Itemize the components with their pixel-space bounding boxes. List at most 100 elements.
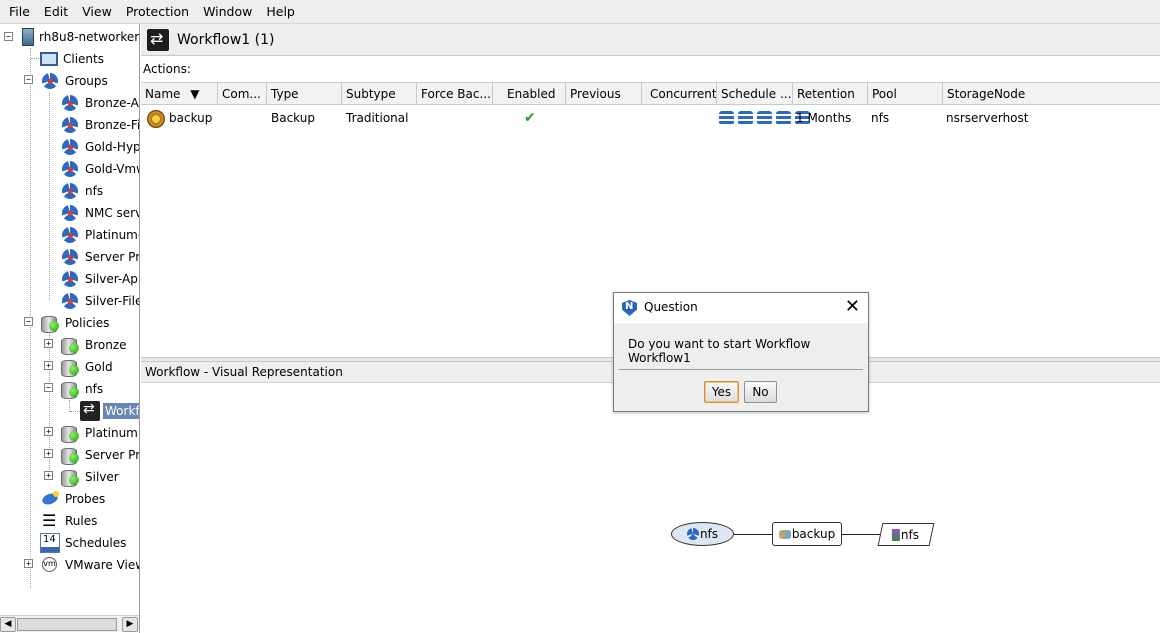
column-header-schedule[interactable]: Schedule ... [717,83,793,105]
nfs-collapse-toggle[interactable]: − [44,383,53,392]
workflow-title-bar: Workflow1 (1) [141,24,1160,56]
tree-item-policy-server[interactable]: Server Pro [60,444,139,466]
tree-item-group[interactable]: NMC serv [60,202,139,224]
tree-item-group[interactable]: Silver-File [60,290,139,312]
no-button[interactable]: No [744,381,777,403]
tree-item-group[interactable]: Platinum-I [60,224,139,246]
sort-desc-icon: ▼ [190,87,200,101]
workflow-node-group[interactable]: nfs [671,522,734,546]
server-expand-toggle[interactable]: + [44,449,53,458]
column-header-name[interactable]: Name ▼ [141,83,218,105]
question-dialog: Question ✕ Do you want to start Workflow… [613,292,869,412]
policy-icon [60,467,80,487]
schedule-full-icon [757,111,772,125]
tree-item-group[interactable]: Gold-Vmw [60,158,139,180]
tree-item-groups[interactable]: Groups [40,70,110,92]
column-header-storage-node[interactable]: StorageNode [943,83,1160,105]
tree-item-policy-bronze[interactable]: Bronze [60,334,129,356]
row-type-cell: Backup [271,111,315,125]
vmware-icon [40,555,60,575]
enabled-check-icon: ✔ [524,110,536,126]
workflow-node-action[interactable]: backup [772,522,842,546]
workflow-canvas [141,383,1160,633]
tree-item-rules[interactable]: Rules [40,510,99,532]
column-header-force-backup[interactable]: Force Bac... [417,83,493,105]
platinum-expand-toggle[interactable]: + [44,427,53,436]
tree-item-policy-nfs[interactable]: nfs [60,378,105,400]
root-collapse-toggle[interactable]: − [4,32,13,41]
menu-edit[interactable]: Edit [37,4,75,19]
networker-logo-icon [622,300,637,316]
scroll-right-button[interactable]: ▶ [122,617,138,632]
pool-icon [892,528,901,541]
calendar-icon [40,533,60,553]
group-icon [60,225,80,245]
row-pool-cell: nfs [871,111,890,125]
tree-item-policy-gold[interactable]: Gold [60,356,115,378]
group-icon [60,203,80,223]
node-label: nfs [901,527,920,542]
tree-item-root[interactable]: rh8u8-networker [22,26,139,48]
bronze-expand-toggle[interactable]: + [44,339,53,348]
column-header-pool[interactable]: Pool [868,83,943,105]
group-icon [60,115,80,135]
dialog-title: Question [644,300,698,314]
policies-collapse-toggle[interactable]: − [24,317,33,326]
row-name-text: backup [169,111,213,125]
column-header-retention[interactable]: Retention [793,83,868,105]
scroll-thumb[interactable] [17,618,117,631]
list-icon [40,511,60,531]
schedule-full-icon [719,111,734,125]
menu-bar: File Edit View Protection Window Help [0,0,1160,24]
column-header-previous[interactable]: Previous [566,83,642,105]
tree-item-workflow[interactable]: Workfl [80,400,139,422]
close-icon[interactable]: ✕ [845,296,860,318]
menu-window[interactable]: Window [196,4,259,19]
tree-horizontal-scrollbar[interactable]: ◀ ▶ [0,615,139,632]
tree-item-probes[interactable]: Probes [40,488,107,510]
tree-item-group[interactable]: Silver-App [60,268,139,290]
table-header: Name ▼ Com... Type Subtype Force Bac... … [141,83,1160,105]
menu-protection[interactable]: Protection [119,4,196,19]
tree-item-policy-platinum[interactable]: Platinum [60,422,139,444]
tree-item-group[interactable]: Gold-Hype [60,136,139,158]
menu-file[interactable]: File [2,4,37,19]
vmware-expand-toggle[interactable]: + [24,559,33,568]
tree-item-vmware[interactable]: VMware View [40,554,139,576]
tree-item-policies[interactable]: Policies [40,312,111,334]
group-icon [60,269,80,289]
group-icon [686,528,699,540]
tree-item-clients[interactable]: Clients [40,48,106,70]
tree-item-group[interactable]: Server Pro [60,246,139,268]
tree-item-group[interactable]: Bronze-Fil [60,114,139,136]
monitor-icon [40,52,58,66]
dialog-title-bar: Question ✕ [614,293,868,323]
yes-button[interactable]: Yes [704,381,739,403]
workflow-icon [147,28,169,51]
gold-expand-toggle[interactable]: + [44,361,53,370]
tree-connector [70,411,80,412]
row-retention-cell: 1 Months [796,111,852,125]
column-header-type[interactable]: Type [267,83,342,105]
groups-collapse-toggle[interactable]: − [24,75,33,84]
column-header-enabled[interactable]: Enabled [493,83,566,105]
tree-item-group[interactable]: Bronze-Ap [60,92,139,114]
scroll-left-button[interactable]: ◀ [0,617,16,632]
tree-connector [49,92,50,300]
tree-item-group[interactable]: nfs [60,180,105,202]
tree-item-policy-silver[interactable]: Silver [60,466,121,488]
backup-action-icon [147,109,165,128]
node-inner: nfs [892,527,920,542]
backup-icon [778,529,791,539]
silver-expand-toggle[interactable]: + [44,471,53,480]
workflow-node-pool[interactable]: nfs [877,523,935,546]
column-header-subtype[interactable]: Subtype [342,83,417,105]
menu-view[interactable]: View [75,4,119,19]
dialog-message: Do you want to start Workflow Workflow1 [628,337,811,365]
node-label: nfs [699,527,719,541]
row-storage-node-cell: nsrserverhost [946,111,1029,125]
tree-item-schedules[interactable]: Schedules [40,532,128,554]
column-header-concurrent[interactable]: Concurrent [642,83,717,105]
column-header-comment[interactable]: Com... [218,83,267,105]
menu-help[interactable]: Help [259,4,302,19]
